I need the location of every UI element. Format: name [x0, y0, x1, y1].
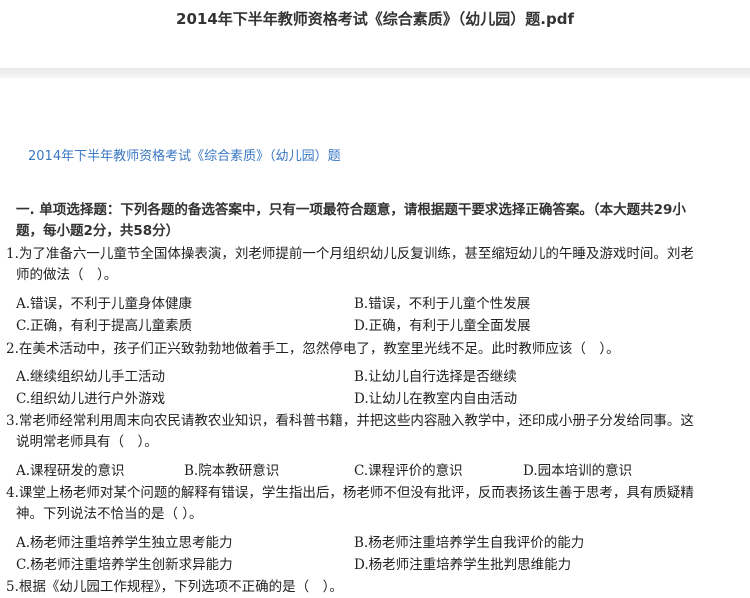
question-5: 5.根据《幼儿园工作规程》，下列选项不正确的是（ ）。: [6, 577, 706, 598]
option-b: B.让幼儿自行选择是否继续: [354, 369, 517, 385]
pdf-viewer-header: 2014年下半年教师资格考试《综合素质》（幼儿园）题.pdf: [0, 0, 750, 69]
section-heading: 一. 单项选择题：下列各题的备选答案中，只有一项最符合题意，请根据题干要求选择正…: [16, 202, 686, 239]
option-a: A.杨老师注重培养学生独立思考能力: [16, 535, 233, 551]
question-stem: 4.课堂上杨老师对某个问题的解释有错误，学生指出后，杨老师不但没有批评，反而表扬…: [6, 485, 694, 522]
option-a: A.错误，不利于儿童身体健康: [16, 296, 193, 312]
option-c: C.正确，有利于提高儿童素质: [16, 318, 193, 334]
option-b: B.错误，不利于儿童个性发展: [354, 296, 531, 312]
option-b: B.杨老师注重培养学生自我评价的能力: [354, 535, 585, 551]
page-gap: [0, 69, 750, 78]
question-3: 3.常老师经常利用周末向农民请教农业知识，看科普书籍，并把这些内容融入教学中，还…: [6, 411, 706, 453]
option-d: D.杨老师注重培养学生批判思维能力: [354, 557, 572, 573]
question-4: 4.课堂上杨老师对某个问题的解释有错误，学生指出后，杨老师不但没有批评，反而表扬…: [6, 483, 706, 525]
question-stem: 2.在美术活动中，孩子们正兴致勃勃地做着手工，忽然停电了，教室里光线不足。此时教…: [6, 341, 620, 357]
document-header-link[interactable]: 2014年下半年教师资格考试《综合素质》（幼儿园）题: [28, 145, 341, 164]
question-stem: 5.根据《幼儿园工作规程》，下列选项不正确的是（ ）。: [6, 579, 343, 595]
question-2: 2.在美术活动中，孩子们正兴致勃勃地做着手工，忽然停电了，教室里光线不足。此时教…: [6, 339, 706, 360]
option-a: A.继续组织幼儿手工活动: [16, 369, 166, 385]
option-c: C.组织幼儿进行户外游戏: [16, 391, 166, 407]
question-stem: 3.常老师经常利用周末向农民请教农业知识，看科普书籍，并把这些内容融入教学中，还…: [6, 413, 694, 450]
option-c: C.杨老师注重培养学生创新求异能力: [16, 557, 233, 573]
option-c: C.课程评价的意识: [354, 463, 463, 479]
question-stem: 1.为了准备六一儿童节全国体操表演，刘老师提前一个月组织幼儿反复训练，甚至缩短幼…: [6, 246, 694, 283]
option-a: A.课程研发的意识: [16, 463, 125, 479]
option-d: D.园本培训的意识: [523, 463, 633, 479]
option-d: D.让幼儿在教室内自由活动: [354, 391, 518, 407]
option-b: B.院本教研意识: [184, 463, 280, 479]
file-title: 2014年下半年教师资格考试《综合素质》（幼儿园）题.pdf: [176, 10, 574, 28]
question-1: 1.为了准备六一儿童节全国体操表演，刘老师提前一个月组织幼儿反复训练，甚至缩短幼…: [6, 244, 706, 286]
option-d: D.正确，有利于儿童全面发展: [354, 318, 531, 334]
